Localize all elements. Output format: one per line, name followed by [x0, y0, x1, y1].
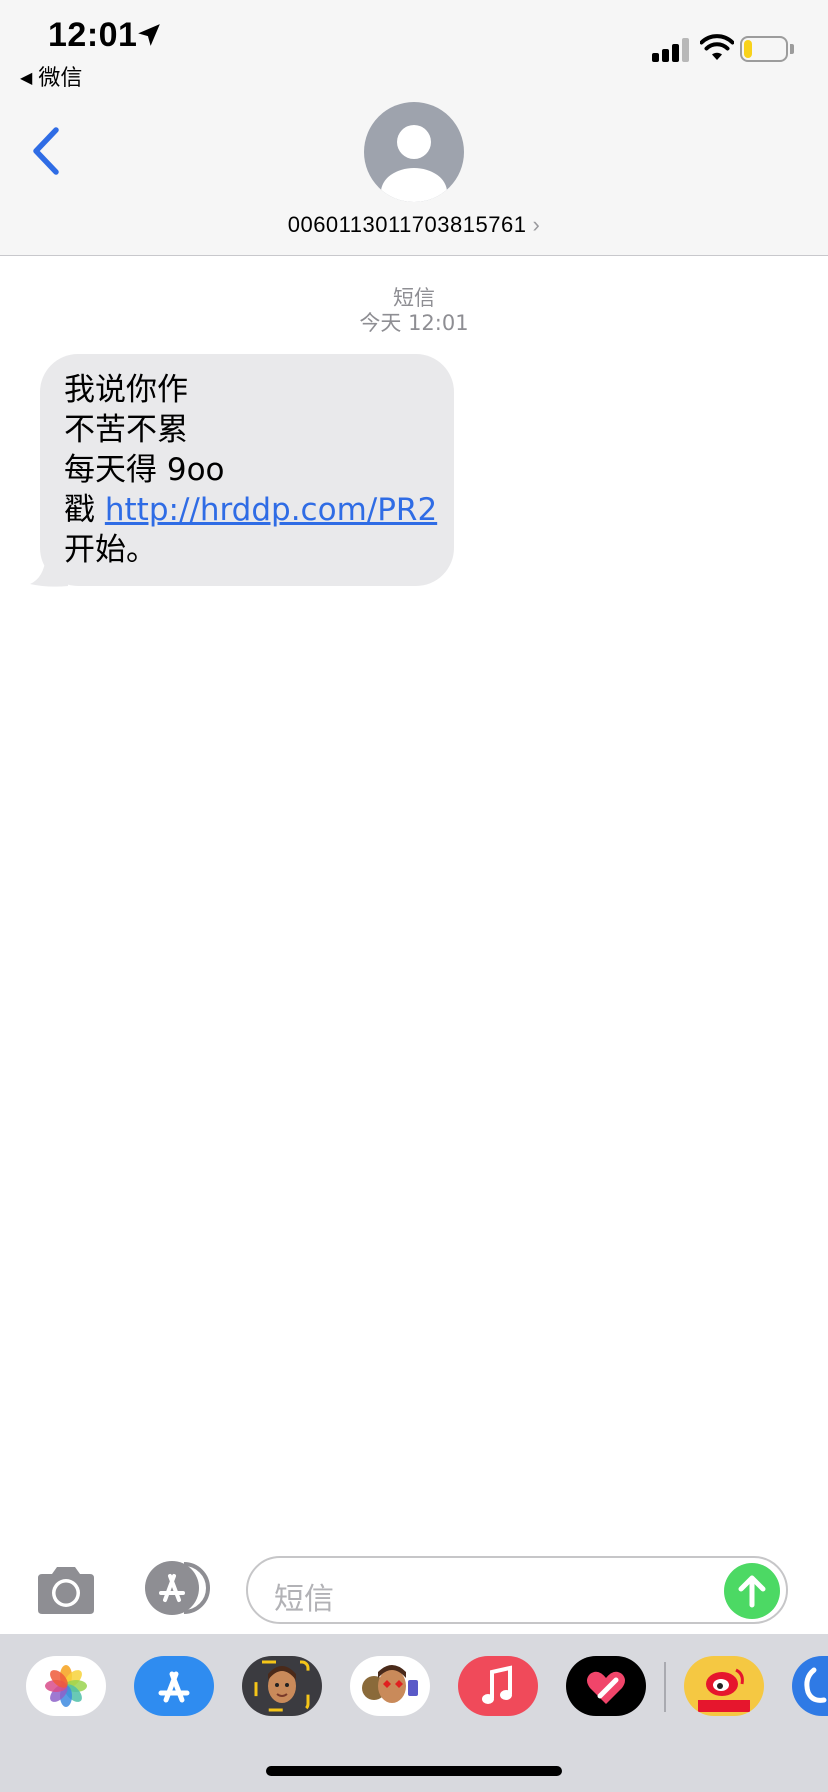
send-button[interactable]: [724, 1563, 780, 1619]
drawer-divider: [664, 1662, 666, 1712]
conversation-header: 0060113011703815761 ›: [0, 100, 828, 256]
message-line: 戳 http://hrddp.com/PR2: [64, 490, 437, 530]
message-input[interactable]: 短信: [246, 1556, 788, 1624]
wifi-icon: [700, 34, 734, 60]
back-app-label: 微信: [38, 66, 83, 91]
app-icon-partial[interactable]: [792, 1656, 828, 1716]
animoji-icon[interactable]: [350, 1656, 430, 1716]
message-link[interactable]: http://hrddp.com/PR2: [105, 492, 437, 528]
message-line: 不苦不累: [64, 412, 188, 448]
message-text: 戳: [64, 492, 105, 528]
app-store-icon[interactable]: [134, 1656, 214, 1716]
arrow-up-icon: [738, 1575, 766, 1608]
status-bar: 12:01 ◀ 微信: [0, 0, 828, 100]
digital-touch-icon[interactable]: [566, 1656, 646, 1716]
message-input-placeholder: 短信: [274, 1582, 334, 1617]
back-chevron-icon[interactable]: [28, 126, 62, 176]
battery-icon: [740, 36, 794, 62]
weibo-icon[interactable]: [684, 1656, 764, 1716]
contact-avatar[interactable]: [364, 102, 464, 202]
contact-number: 0060113011703815761: [287, 212, 527, 237]
back-triangle-icon: ◀: [20, 68, 33, 87]
message-line: 每天得 9oo: [64, 452, 225, 488]
camera-icon[interactable]: [34, 1566, 98, 1616]
contact-details-button[interactable]: 0060113011703815761 ›: [0, 212, 828, 238]
imessage-app-drawer: [0, 1634, 828, 1792]
location-arrow-icon: [138, 24, 160, 46]
back-to-app-link[interactable]: ◀ 微信: [20, 60, 82, 92]
memoji-icon[interactable]: [242, 1656, 322, 1716]
received-message-bubble[interactable]: 我说你作 不苦不累 每天得 9oo 戳 http://hrddp.com/PR2…: [40, 354, 454, 586]
message-line: 开始。: [64, 532, 157, 568]
app-store-button[interactable]: [140, 1560, 214, 1616]
home-indicator[interactable]: [266, 1766, 562, 1776]
message-timestamp: 今天 12:01: [359, 311, 469, 335]
cellular-signal-icon: [652, 38, 692, 62]
person-silhouette-icon: [381, 125, 447, 202]
photos-icon[interactable]: [26, 1656, 106, 1716]
status-time: 12:01: [48, 16, 138, 54]
message-line: 我说你作: [64, 372, 188, 408]
music-icon[interactable]: [458, 1656, 538, 1716]
compose-bar: 短信: [0, 1540, 828, 1634]
chevron-right-icon: ›: [532, 212, 541, 237]
